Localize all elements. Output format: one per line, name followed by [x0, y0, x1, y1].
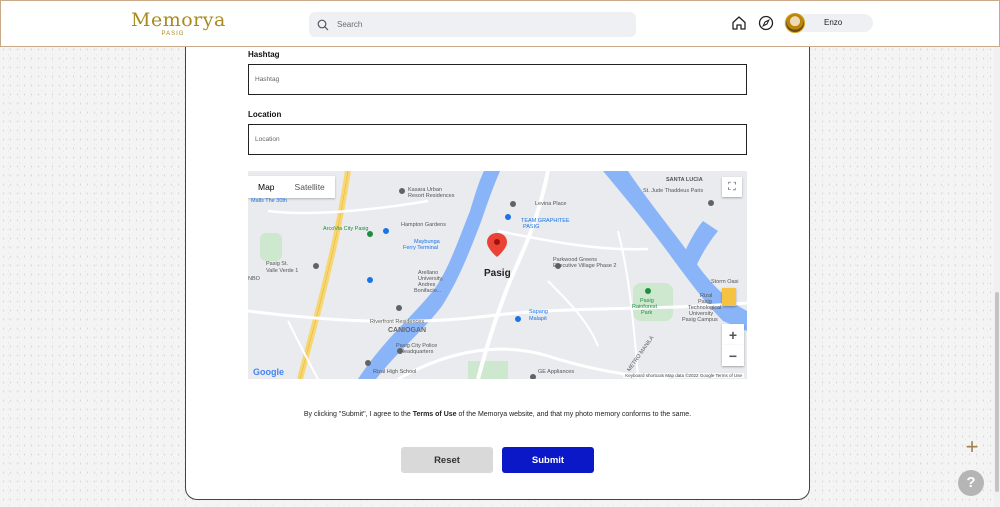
search-icon	[317, 19, 329, 30]
google-logo: Google	[253, 367, 284, 377]
hashtag-label: Hashtag	[248, 50, 280, 59]
user-name: Enzo	[824, 18, 843, 27]
map-label: Storm Oasi	[711, 279, 739, 285]
map-label: Park	[641, 310, 653, 316]
terms-statement: By clicking "Submit", I agree to the Ter…	[303, 411, 692, 418]
map-label: Rizal High School	[373, 369, 417, 375]
map-label: Hampton Gardens	[401, 222, 446, 228]
map-label: Levina Place	[535, 201, 567, 207]
map-label: Rizal	[700, 293, 713, 299]
map-label: Pasig Campus	[682, 317, 718, 323]
map-label: Headquarters	[400, 349, 434, 355]
map-label: SANTA LUCIA	[666, 177, 703, 183]
home-icon[interactable]	[731, 15, 747, 31]
map-label: Riverfront Residences	[370, 319, 425, 325]
map-label: Malapit	[529, 316, 547, 322]
location-input[interactable]	[248, 124, 747, 155]
map-tab-satellite[interactable]: Satellite	[285, 176, 335, 198]
map-label: Ferry Terminal	[403, 245, 439, 251]
map-city-label: Pasig	[484, 268, 511, 279]
map-tab-map[interactable]: Map	[248, 176, 285, 198]
compass-icon[interactable]	[758, 15, 774, 31]
zoom-out-button[interactable]: −	[722, 345, 744, 366]
map-label: ArcoVia City Pasig	[323, 226, 369, 232]
search-bar[interactable]	[309, 12, 636, 37]
hashtag-input[interactable]	[248, 64, 747, 95]
map-type-toggle: Map Satellite	[248, 176, 335, 198]
map-label: Resort Residences	[408, 193, 455, 199]
map-label: Sapang	[529, 309, 548, 315]
submit-button[interactable]: Submit	[502, 447, 594, 473]
map-label: Valle Verde 1	[266, 268, 299, 274]
map-label: PASIG	[523, 224, 540, 230]
help-icon[interactable]: ?	[958, 470, 984, 496]
terms-of-use-link[interactable]: Terms of Use	[413, 411, 457, 418]
map-label: NBO	[248, 276, 260, 282]
map-label: CANIOGAN	[388, 327, 427, 334]
logo[interactable]: Memorya PASIG	[131, 9, 226, 39]
scrollbar-thumb[interactable]	[995, 292, 999, 492]
logo-text: Memorya	[131, 9, 226, 31]
map-attribution[interactable]: Keyboard shortcuts Map data ©2022 Google…	[623, 373, 744, 378]
map-label: Malls The 30th	[251, 198, 287, 204]
map-label: GE Appliances	[538, 369, 575, 375]
reset-button[interactable]: Reset	[401, 447, 493, 473]
logo-subtitle: PASIG	[161, 31, 185, 37]
map-label: Executive Village Phase 2	[553, 263, 617, 269]
avatar[interactable]	[785, 13, 805, 33]
add-post-icon[interactable]: +	[962, 436, 982, 458]
map-label: Pasig St.	[266, 261, 289, 267]
location-label: Location	[248, 110, 282, 119]
search-input[interactable]	[337, 20, 617, 29]
pegman-icon[interactable]	[722, 288, 736, 306]
zoom-in-button[interactable]: +	[722, 324, 744, 345]
map-label: St. Jude Thaddeus Paris	[643, 188, 704, 194]
location-map[interactable]: Map Satellite Kasara Urban Resort Reside…	[248, 171, 747, 379]
fullscreen-icon[interactable]: ⛶	[722, 177, 742, 197]
map-label: Bonifacio...	[414, 288, 442, 294]
